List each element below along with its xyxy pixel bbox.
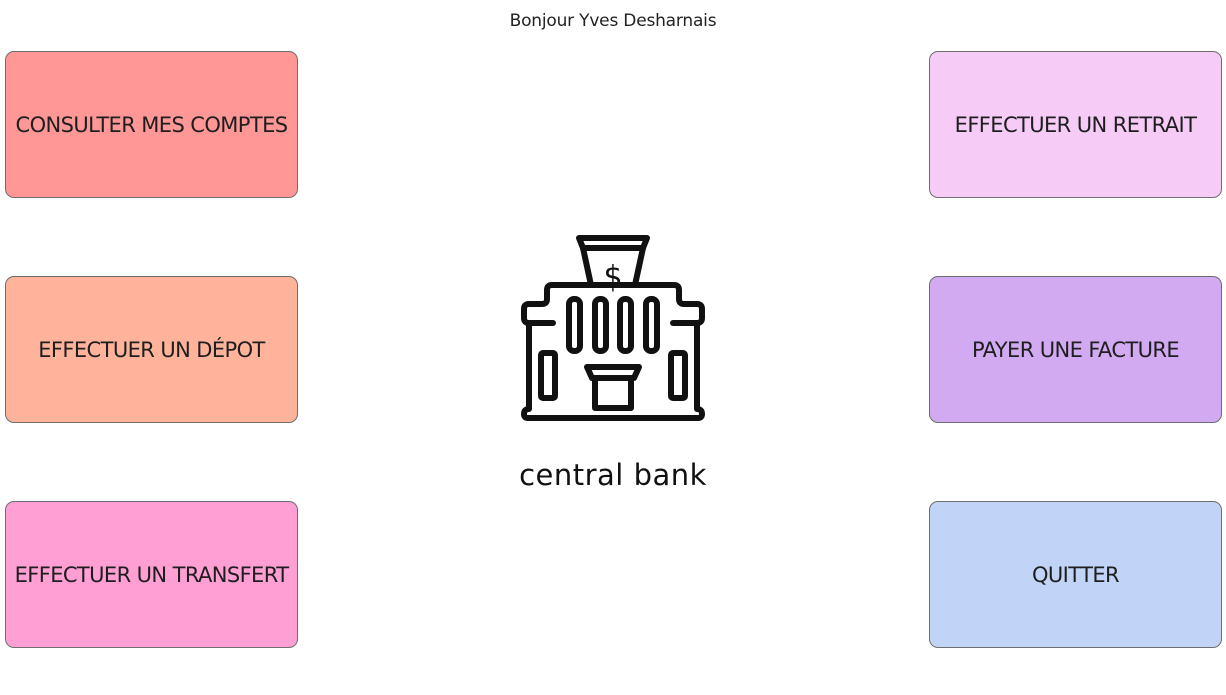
transfer-button[interactable]: EFFECTUER UN TRANSFERT	[5, 501, 298, 648]
deposit-label: EFFECTUER UN DÉPOT	[38, 337, 265, 362]
pay-bill-button[interactable]: PAYER UNE FACTURE	[929, 276, 1222, 423]
quit-button[interactable]: QUITTER	[929, 501, 1222, 648]
bank-building-icon: $	[521, 235, 705, 421]
bank-name: central bank	[519, 458, 707, 492]
consult-accounts-label: CONSULTER MES COMPTES	[15, 112, 289, 137]
transfer-label: EFFECTUER UN TRANSFERT	[14, 562, 289, 587]
quit-label: QUITTER	[1031, 562, 1120, 587]
greeting-text: Bonjour Yves Desharnais	[509, 11, 717, 31]
svg-text:$: $	[603, 260, 622, 295]
withdraw-button[interactable]: EFFECTUER UN RETRAIT	[929, 51, 1222, 198]
deposit-button[interactable]: EFFECTUER UN DÉPOT	[5, 276, 298, 423]
home-screen: Bonjour Yves Desharnais CONSULTER MES CO…	[0, 0, 1226, 695]
withdraw-label: EFFECTUER UN RETRAIT	[954, 112, 1197, 137]
consult-accounts-button[interactable]: CONSULTER MES COMPTES	[5, 51, 298, 198]
pay-bill-label: PAYER UNE FACTURE	[971, 337, 1180, 362]
